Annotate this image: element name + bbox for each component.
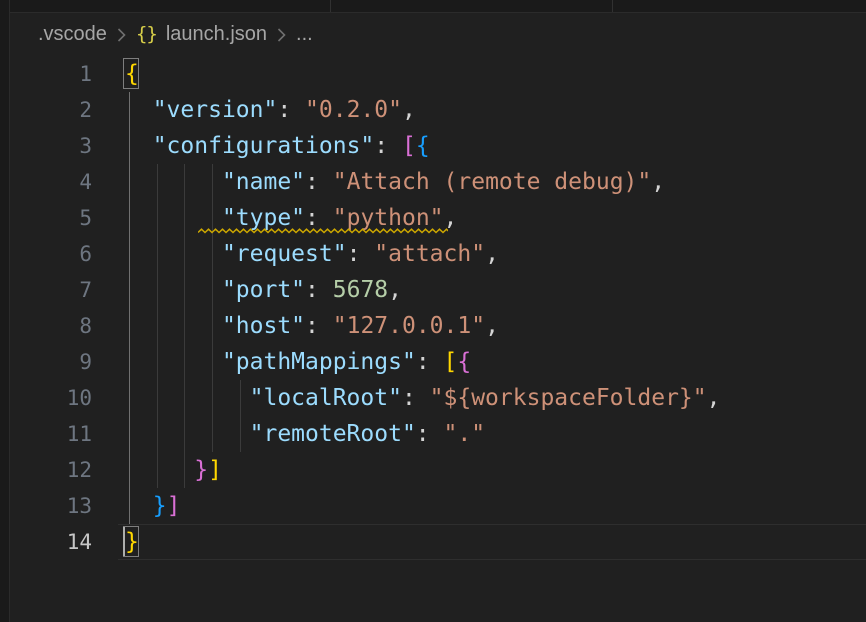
json-file-icon: {} [136,23,157,45]
code-line-content[interactable]: } [125,524,866,560]
code-line[interactable]: 2 "version": "0.2.0", [0,92,866,128]
code-text: "version": "0.2.0", [125,97,416,123]
line-number[interactable]: 12 [0,452,92,488]
line-number[interactable]: 5 [0,200,92,236]
code-line[interactable]: 3 "configurations": [{ [0,128,866,164]
line-number[interactable]: 7 [0,272,92,308]
line-number[interactable]: 10 [0,380,92,416]
chevron-right-icon [116,26,127,44]
code-line-content[interactable]: }] [125,452,866,488]
tab-bar-bottom-edge [10,0,866,13]
code-line-content[interactable]: "type": "python", [125,200,866,236]
code-line-content[interactable]: "request": "attach", [125,236,866,272]
code-editor[interactable]: 1{2 "version": "0.2.0",3 "configurations… [0,56,866,560]
code-line-content[interactable]: "name": "Attach (remote debug)", [125,164,866,200]
line-number[interactable]: 4 [0,164,92,200]
line-number[interactable]: 3 [0,128,92,164]
code-line[interactable]: 4 "name": "Attach (remote debug)", [0,164,866,200]
vscode-editor-window: .vscode {} launch.json ... 1{2 "version"… [0,0,866,622]
line-number[interactable]: 13 [0,488,92,524]
code-line[interactable]: 12 }] [0,452,866,488]
code-line-content[interactable]: "port": 5678, [125,272,866,308]
code-line-content[interactable]: "host": "127.0.0.1", [125,308,866,344]
text-cursor [123,527,125,556]
code-line[interactable]: 11 "remoteRoot": "." [0,416,866,452]
code-text: "name": "Attach (remote debug)", [125,169,665,195]
code-text: "port": 5678, [125,277,402,303]
chevron-right-icon [276,26,287,44]
breadcrumb-file[interactable]: launch.json [166,23,267,46]
code-line[interactable]: 13 }] [0,488,866,524]
line-number[interactable]: 11 [0,416,92,452]
code-text: "host": "127.0.0.1", [125,313,499,339]
code-line[interactable]: 10 "localRoot": "${workspaceFolder}", [0,380,866,416]
line-number[interactable]: 9 [0,344,92,380]
breadcrumb: .vscode {} launch.json ... [38,13,313,56]
code-text: "remoteRoot": "." [125,421,485,447]
line-number[interactable]: 2 [0,92,92,128]
code-text: } [125,529,139,555]
code-line-content[interactable]: "pathMappings": [{ [125,344,866,380]
line-number[interactable]: 6 [0,236,92,272]
line-number[interactable]: 8 [0,308,92,344]
code-line-content[interactable]: "remoteRoot": "." [125,416,866,452]
code-line[interactable]: 5 "type": "python", [0,200,866,236]
warning-squiggle [198,228,447,235]
code-line-content[interactable]: "localRoot": "${workspaceFolder}", [125,380,866,416]
breadcrumb-folder[interactable]: .vscode [38,23,107,46]
code-text: }] [125,457,222,483]
code-line[interactable]: 1{ [0,56,866,92]
code-text: "localRoot": "${workspaceFolder}", [125,385,720,411]
code-line[interactable]: 6 "request": "attach", [0,236,866,272]
code-line[interactable]: 8 "host": "127.0.0.1", [0,308,866,344]
code-line-content[interactable]: "configurations": [{ [125,128,866,164]
code-line[interactable]: 7 "port": 5678, [0,272,866,308]
code-text: "configurations": [{ [125,133,430,159]
code-text: "pathMappings": [{ [125,349,471,375]
breadcrumb-symbol-path[interactable]: ... [296,23,313,46]
code-line-content[interactable]: }] [125,488,866,524]
code-text: "request": "attach", [125,241,499,267]
code-line-content[interactable]: { [125,56,866,92]
code-line[interactable]: 9 "pathMappings": [{ [0,344,866,380]
code-text: { [125,61,139,87]
line-number[interactable]: 1 [0,56,92,92]
code-line-content[interactable]: "version": "0.2.0", [125,92,866,128]
tab-separator [330,0,331,12]
code-line[interactable]: 14} [0,524,866,560]
code-text: }] [125,493,180,519]
tab-separator [612,0,613,12]
line-number[interactable]: 14 [0,524,92,560]
